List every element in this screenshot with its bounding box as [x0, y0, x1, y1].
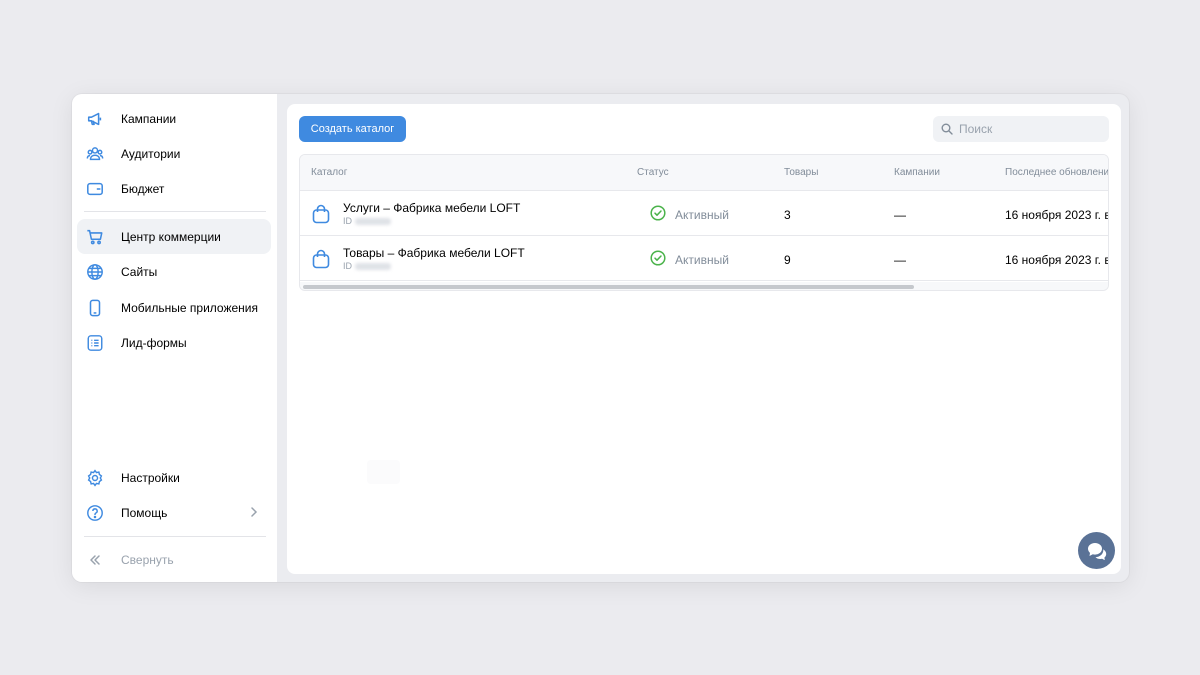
check-circle-icon [650, 205, 666, 221]
search-icon [941, 123, 953, 135]
chevron-right-icon [247, 505, 261, 524]
double-chevron-left-icon [85, 550, 105, 570]
table-row[interactable]: Услуги – Фабрика мебели LOFT ID Активный… [300, 191, 1108, 236]
sidebar-item-label: Мобильные приложения [121, 300, 258, 315]
table-row[interactable]: Товары – Фабрика мебели LOFT ID Активный… [300, 236, 1108, 281]
sidebar-item-label: Помощь [121, 505, 168, 520]
megaphone-icon [85, 109, 105, 129]
last-updated: 16 ноября 2023 г. в [1005, 253, 1109, 267]
column-header-campaigns[interactable]: Кампании [894, 167, 940, 178]
catalogs-table: Каталог Статус Товары Кампании Последнее… [299, 154, 1109, 291]
list-form-icon [85, 333, 105, 353]
shopping-bag-icon [312, 204, 330, 224]
help-icon [85, 503, 105, 523]
sidebar-item-budget[interactable]: Бюджет [77, 171, 271, 206]
catalog-id: ID [343, 261, 391, 271]
catalog-id-prefix: ID [343, 261, 352, 271]
sidebar-item-label: Бюджет [121, 181, 165, 196]
sidebar-item-label: Кампании [121, 111, 177, 126]
sidebar-item-audiences[interactable]: Аудитории [77, 136, 271, 171]
catalog-id: ID [343, 216, 391, 226]
catalog-name[interactable]: Услуги – Фабрика мебели LOFT [343, 201, 520, 215]
horizontal-scrollbar[interactable] [300, 282, 1108, 290]
table-header: Каталог Статус Товары Кампании Последнее… [300, 155, 1108, 191]
sidebar-item-help[interactable]: Помощь [77, 495, 271, 530]
catalog-id-prefix: ID [343, 216, 352, 226]
sidebar-item-mobile-apps[interactable]: Мобильные приложения [77, 290, 271, 325]
chat-bubbles-icon [1087, 542, 1106, 560]
chat-support-button[interactable] [1078, 532, 1115, 569]
catalog-id-redacted [355, 263, 391, 271]
sidebar-item-sites[interactable]: Сайты [77, 254, 271, 289]
sidebar-item-label: Настройки [121, 470, 180, 485]
status-label: Активный [675, 208, 729, 222]
sidebar-divider [84, 211, 266, 212]
sidebar-item-lead-forms[interactable]: Лид-формы [77, 325, 271, 360]
create-catalog-button[interactable]: Создать каталог [299, 116, 406, 142]
catalog-id-redacted [355, 218, 391, 226]
sidebar-collapse-label: Свернуть [121, 552, 174, 567]
users-icon [85, 144, 105, 164]
goods-count: 9 [784, 253, 791, 267]
wallet-icon [85, 179, 105, 199]
sidebar-item-label: Центр коммерции [121, 229, 221, 244]
globe-icon [85, 262, 105, 282]
goods-count: 3 [784, 208, 791, 222]
sidebar-collapse-button[interactable]: Свернуть [77, 542, 271, 577]
check-circle-icon [650, 250, 666, 266]
column-header-catalog[interactable]: Каталог [311, 167, 347, 178]
cart-icon [85, 227, 105, 247]
main-panel: Создать каталог Каталог Статус Товары Ка… [287, 104, 1121, 574]
last-updated: 16 ноября 2023 г. в [1005, 208, 1109, 222]
campaigns-count: — [894, 253, 906, 267]
sidebar-item-label: Аудитории [121, 146, 181, 161]
smartphone-icon [85, 298, 105, 318]
column-header-goods[interactable]: Товары [784, 167, 818, 178]
column-header-last-updated[interactable]: Последнее обновлени [1005, 167, 1108, 178]
sidebar-item-label: Лид-формы [121, 335, 187, 350]
catalog-name[interactable]: Товары – Фабрика мебели LOFT [343, 246, 525, 260]
sidebar-divider [84, 536, 266, 537]
empty-placeholder [367, 460, 400, 484]
app-window: Кампании Аудитории Бюджет Центр коммерци… [72, 94, 1129, 582]
column-header-status[interactable]: Статус [637, 167, 669, 178]
search-box[interactable] [933, 116, 1109, 142]
campaigns-count: — [894, 208, 906, 222]
scrollbar-thumb[interactable] [303, 285, 914, 289]
status-label: Активный [675, 253, 729, 267]
sidebar-item-campaigns[interactable]: Кампании [77, 101, 271, 136]
search-input[interactable] [959, 122, 1099, 136]
sidebar-item-commerce[interactable]: Центр коммерции [77, 219, 271, 254]
sidebar-item-label: Сайты [121, 264, 158, 279]
gear-icon [85, 468, 105, 488]
shopping-bag-icon [312, 249, 330, 269]
sidebar: Кампании Аудитории Бюджет Центр коммерци… [72, 94, 277, 582]
sidebar-item-settings[interactable]: Настройки [77, 460, 271, 495]
